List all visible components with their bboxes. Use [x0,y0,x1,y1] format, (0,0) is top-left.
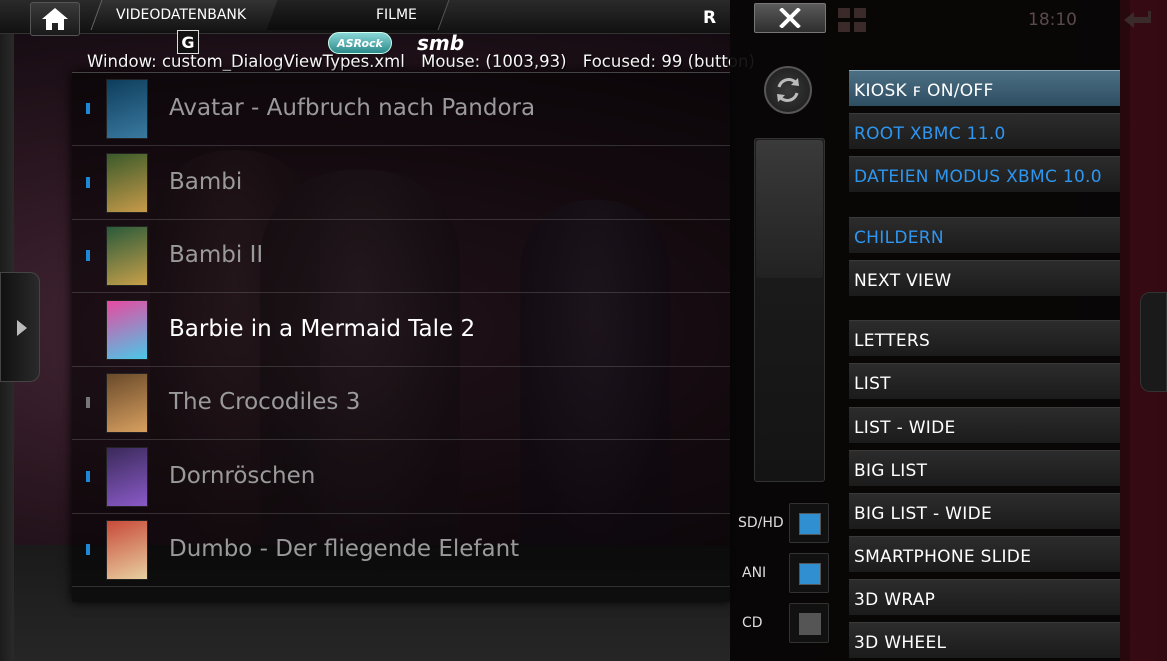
checkbox-indicator [799,563,821,585]
breadcrumb-bg [266,0,450,30]
movie-row[interactable]: Bambi II [72,220,730,293]
view-option-smartphone-slide[interactable]: SMARTPHONE SLIDE [849,536,1120,572]
checkbox-indicator [799,613,821,635]
movie-row[interactable]: The Crocodiles 3 [72,367,730,440]
movie-title: Barbie in a Mermaid Tale 2 [169,315,476,342]
movie-row[interactable]: Avatar - Aufbruch nach Pandora [72,73,730,146]
view-option-next-view[interactable]: NEXT VIEW [849,260,1120,296]
movie-title: Avatar - Aufbruch nach Pandora [169,95,536,121]
movie-title: Bambi [169,168,243,195]
view-option-big-list[interactable]: BIG LIST [849,450,1120,486]
root-badge: R [703,8,717,28]
view-option-3d-wrap[interactable]: 3D WRAP [849,579,1120,615]
view-option-letters[interactable]: LETTERS [849,320,1120,356]
movie-row[interactable]: Dornröschen [72,441,730,514]
checkbox-label-ani: ANI [742,565,767,581]
brand-logo: ASRock [328,32,392,54]
breadcrumb-filme[interactable]: FILME [376,7,417,23]
view-option-root-xbmc-11-0[interactable]: ROOT XBMC 11.0 [849,113,1120,149]
refresh-icon [777,78,799,102]
checkbox-indicator [799,513,821,535]
side-menu-tab[interactable] [0,272,40,382]
view-option-kiosk-on-off[interactable]: KIOSK ꜰ ON/OFF [849,70,1120,106]
rating-badge: G [177,30,199,54]
movie-poster [106,79,148,139]
watched-marker [86,176,90,188]
grid-icon [838,8,866,32]
movie-row[interactable]: Bambi [72,147,730,220]
view-option-childern[interactable]: CHILDERN [849,217,1120,253]
movie-list: Avatar - Aufbruch nach Pandora Bambi Bambi… [72,72,730,602]
debug-window: Window: custom_DialogViewTypes.xml [87,52,405,71]
view-option-list-wide[interactable]: LIST - WIDE [849,407,1120,443]
watched-marker [86,544,90,555]
scrollbar-thumb[interactable] [756,140,823,278]
checkbox-label-sdhd: SD/HD [738,515,784,531]
debug-mouse: Mouse: (1003,93) [421,52,567,71]
checkbox-sdhd[interactable] [789,503,829,543]
view-option-big-list-wide[interactable]: BIG LIST - WIDE [849,493,1120,529]
view-option-3d-wheel[interactable]: 3D WHEEL [849,622,1120,658]
top-icons [838,8,866,37]
movie-poster [106,152,148,213]
clock: 18:10 [1028,10,1077,30]
movie-poster [106,373,148,433]
home-button[interactable] [30,2,80,36]
watched-marker [86,470,90,482]
right-side-tab[interactable] [1140,292,1167,392]
movie-poster [106,446,148,507]
checkbox-label-cd: CD [742,615,763,631]
view-option-list[interactable]: LIST [849,363,1120,399]
movie-title: Dornröschen [169,462,316,489]
checkbox-ani[interactable] [789,553,829,593]
refresh-button[interactable] [764,66,812,114]
close-icon [779,8,801,28]
breadcrumb-videodatenbank[interactable]: VIDEODATENBANK [116,7,246,23]
checkbox-cd[interactable] [789,603,829,643]
movie-row[interactable]: Dumbo - Der fliegende Elefant [72,514,730,587]
movie-poster [106,520,148,580]
movie-title: Dumbo - Der fliegende Elefant [169,536,520,562]
view-option-dateien-modus-xbmc-10-0[interactable]: DATEIEN MODUS XBMC 10.0 [849,156,1120,192]
home-icon [42,8,68,30]
movie-poster [106,299,148,360]
debug-info: Window: custom_DialogViewTypes.xml Mouse… [87,52,766,71]
watched-marker [86,397,90,408]
watched-marker [86,103,90,114]
close-button[interactable] [754,3,826,33]
movie-poster [106,226,148,286]
movie-title: Bambi II [169,242,264,268]
arrow-right-icon [17,320,27,336]
back-icon [1122,6,1152,39]
movie-row[interactable]: Barbie in a Mermaid Tale 2 [72,294,730,367]
watched-marker [86,250,90,261]
movie-title: The Crocodiles 3 [169,389,361,415]
